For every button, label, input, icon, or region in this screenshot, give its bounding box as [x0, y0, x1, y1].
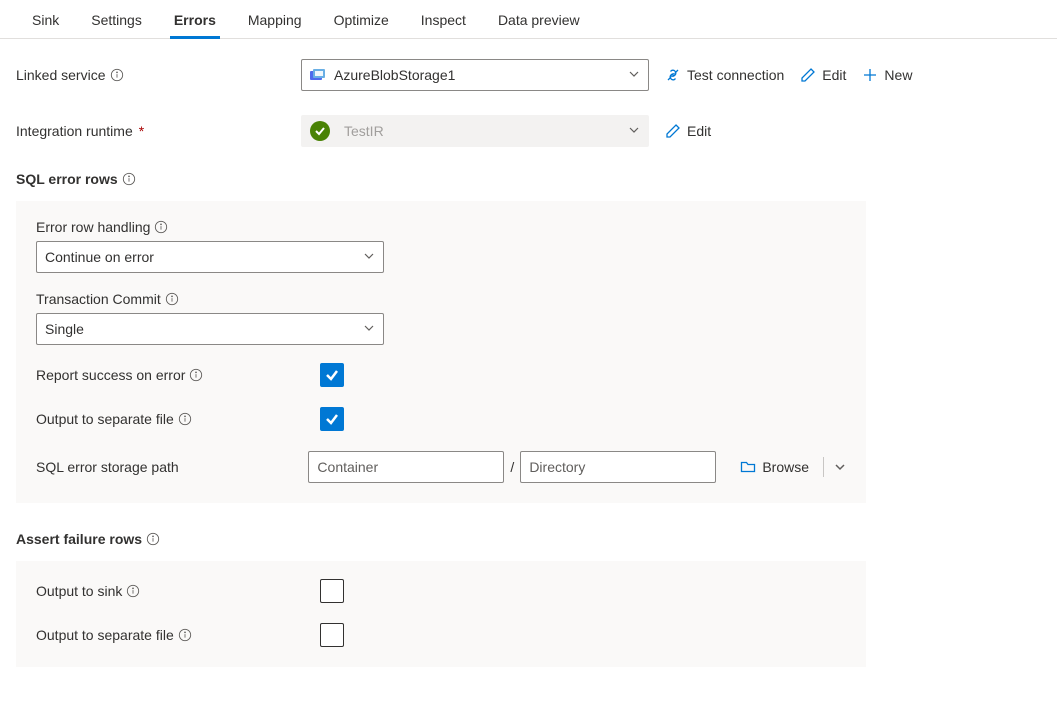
edit-label: Edit [822, 67, 846, 83]
linked-service-value: AzureBlobStorage1 [334, 67, 620, 83]
transaction-commit-select[interactable]: Single [36, 313, 384, 345]
report-success-label: Report success on error [36, 367, 185, 383]
new-label: New [884, 67, 912, 83]
tab-optimize[interactable]: Optimize [318, 0, 405, 38]
test-connection-button[interactable]: Test connection [665, 67, 784, 83]
tab-bar: Sink Settings Errors Mapping Optimize In… [0, 0, 1057, 39]
pencil-icon [800, 67, 816, 83]
directory-input[interactable]: Directory [520, 451, 716, 483]
assert-output-separate-file-label: Output to separate file [36, 627, 174, 643]
info-icon[interactable] [154, 220, 168, 234]
output-separate-file-checkbox[interactable] [320, 407, 344, 431]
integration-runtime-label: Integration runtime [16, 123, 133, 139]
assert-failure-rows-heading: Assert failure rows [16, 531, 1041, 547]
tab-sink[interactable]: Sink [16, 0, 75, 38]
assert-failure-rows-panel: Output to sink Output to separate file [16, 561, 866, 667]
container-placeholder: Container [317, 459, 378, 475]
edit-label: Edit [687, 123, 711, 139]
test-connection-label: Test connection [687, 67, 784, 83]
browse-button[interactable]: Browse [740, 459, 809, 475]
assert-output-separate-file-checkbox[interactable] [320, 623, 344, 647]
transaction-commit-label: Transaction Commit [36, 291, 161, 307]
info-icon[interactable] [178, 628, 192, 642]
new-linked-service-button[interactable]: New [862, 67, 912, 83]
error-row-handling-select[interactable]: Continue on error [36, 241, 384, 273]
sql-error-rows-heading: SQL error rows [16, 171, 1041, 187]
info-icon[interactable] [126, 584, 140, 598]
chevron-down-icon [628, 67, 640, 83]
tab-settings[interactable]: Settings [75, 0, 158, 38]
tab-errors[interactable]: Errors [158, 0, 232, 38]
tab-inspect[interactable]: Inspect [405, 0, 482, 38]
edit-integration-runtime-button[interactable]: Edit [665, 123, 711, 139]
chevron-down-icon [628, 123, 640, 139]
sql-error-rows-panel: Error row handling Continue on error Tra… [16, 201, 866, 503]
error-row-handling-label: Error row handling [36, 219, 150, 235]
info-icon[interactable] [110, 68, 124, 82]
directory-placeholder: Directory [529, 459, 585, 475]
divider [823, 457, 824, 477]
info-icon[interactable] [122, 172, 136, 186]
folder-icon [740, 459, 756, 475]
required-star: * [139, 123, 144, 139]
report-success-checkbox[interactable] [320, 363, 344, 387]
container-input[interactable]: Container [308, 451, 504, 483]
plus-icon [862, 67, 878, 83]
linked-service-label: Linked service [16, 67, 106, 83]
info-icon[interactable] [178, 412, 192, 426]
info-icon[interactable] [146, 532, 160, 546]
pencil-icon [665, 123, 681, 139]
chevron-down-icon [363, 321, 375, 337]
output-to-sink-checkbox[interactable] [320, 579, 344, 603]
integration-runtime-value: TestIR [344, 123, 620, 139]
browse-label: Browse [762, 459, 809, 475]
linked-service-select[interactable]: AzureBlobStorage1 [301, 59, 649, 91]
info-icon[interactable] [165, 292, 179, 306]
tab-mapping[interactable]: Mapping [232, 0, 318, 38]
storage-path-label: SQL error storage path [36, 459, 179, 475]
test-connection-icon [665, 67, 681, 83]
edit-linked-service-button[interactable]: Edit [800, 67, 846, 83]
info-icon[interactable] [189, 368, 203, 382]
chevron-down-icon [363, 249, 375, 265]
transaction-commit-value: Single [45, 321, 363, 337]
output-to-sink-label: Output to sink [36, 583, 122, 599]
output-separate-file-label: Output to separate file [36, 411, 174, 427]
status-ok-icon [310, 121, 330, 141]
browse-dropdown-button[interactable] [834, 461, 846, 473]
error-row-handling-value: Continue on error [45, 249, 363, 265]
blob-storage-icon [310, 69, 326, 81]
integration-runtime-select[interactable]: TestIR [301, 115, 649, 147]
tab-data-preview[interactable]: Data preview [482, 0, 596, 38]
path-separator: / [510, 459, 514, 475]
